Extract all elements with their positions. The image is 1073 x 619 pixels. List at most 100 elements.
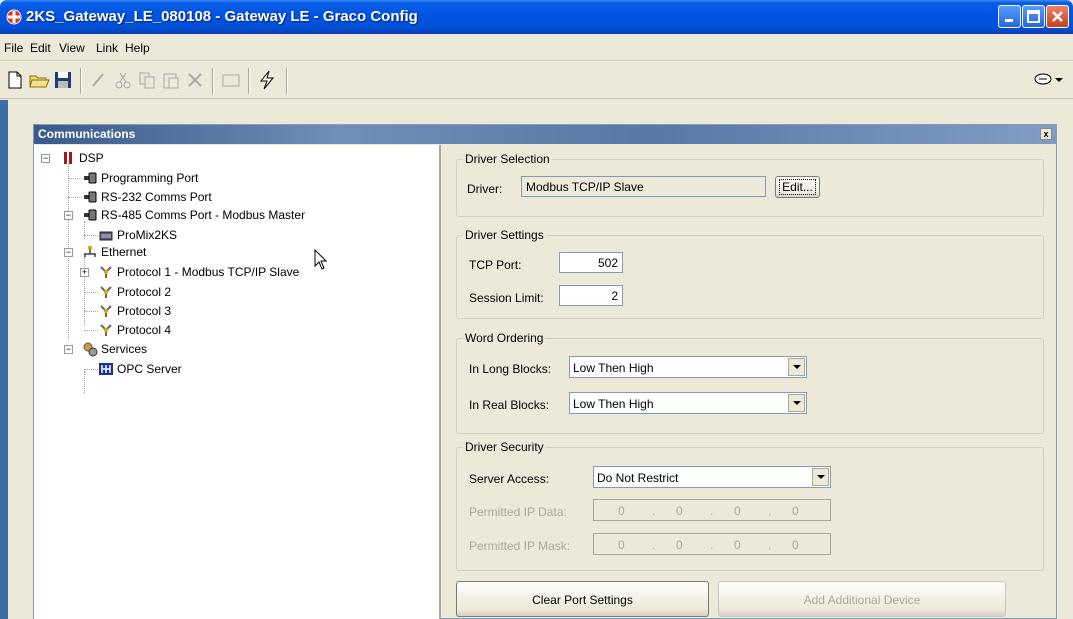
driver-label: Driver:: [467, 182, 503, 196]
new-file-icon[interactable]: [4, 69, 26, 91]
ip-octet: 0: [734, 538, 741, 552]
long-blocks-label: In Long Blocks:: [469, 362, 552, 376]
group-title: Driver Security: [463, 440, 546, 454]
tree-node-label: Protocol 2: [117, 285, 172, 299]
device-icon: [99, 231, 113, 241]
tree-node-label: Programming Port: [101, 171, 199, 185]
services-icon: [83, 342, 98, 357]
driver-field: Modbus TCP/IP Slave: [521, 176, 766, 197]
cut-icon[interactable]: [112, 69, 134, 91]
real-blocks-select[interactable]: Low Then High: [569, 392, 807, 414]
window-title: 2KS_Gateway_LE_080108 - Gateway LE - Gra…: [26, 8, 418, 25]
toolbar-separator: [286, 68, 288, 94]
ip-dot: .: [710, 504, 714, 518]
toolbar-separator: [212, 68, 214, 94]
window-frame-edge: [0, 100, 8, 619]
title-bar[interactable]: 2KS_Gateway_LE_080108 - Gateway LE - Gra…: [0, 0, 1073, 34]
tree-connector: [84, 311, 98, 312]
protocol-icon: [100, 286, 112, 298]
server-access-select[interactable]: Do Not Restrict: [593, 466, 831, 488]
window-icon[interactable]: [220, 69, 242, 91]
group-title: Driver Selection: [463, 152, 552, 166]
menu-edit[interactable]: Edit: [30, 41, 51, 55]
minimize-button[interactable]: [998, 5, 1021, 28]
ip-dot: .: [768, 504, 772, 518]
server-access-value: Do Not Restrict: [597, 471, 679, 485]
ip-mask-label: Permitted IP Mask:: [469, 539, 571, 553]
expander-collapse[interactable]: −: [64, 211, 73, 220]
tcp-port-input[interactable]: 502: [559, 252, 623, 273]
long-blocks-value: Low Then High: [573, 361, 654, 375]
ip-octet: 0: [618, 504, 625, 518]
ip-octet: 0: [734, 504, 741, 518]
server-access-label: Server Access:: [469, 472, 550, 486]
tree-connector: [68, 178, 82, 179]
driver-settings-group: Driver Settings TCP Port: 502 Session Li…: [456, 228, 1044, 319]
expander-collapse[interactable]: −: [64, 345, 73, 354]
tree-connector: [84, 369, 98, 370]
ip-octet: 0: [618, 538, 625, 552]
mouse-cursor-icon: [314, 249, 328, 270]
close-button[interactable]: [1046, 5, 1069, 28]
session-limit-input[interactable]: 2: [559, 285, 623, 306]
ip-data-field: 0 . 0 . 0 . 0: [593, 499, 831, 521]
tree-node-label: ProMix2KS: [117, 228, 178, 242]
ip-mask-field: 0 . 0 . 0 . 0: [593, 533, 831, 555]
paste-icon[interactable]: [160, 69, 182, 91]
tree-connector: [84, 330, 98, 331]
maximize-icon: [1027, 10, 1040, 23]
real-blocks-label: In Real Blocks:: [469, 398, 550, 412]
ip-octet: 0: [676, 504, 683, 518]
tree-node-label: Ethernet: [101, 245, 147, 259]
tree-connector: [84, 371, 85, 393]
edit-driver-button[interactable]: Edit...: [775, 176, 820, 198]
ip-dot: .: [710, 538, 714, 552]
chevron-down-icon[interactable]: [812, 468, 829, 486]
chevron-down-icon[interactable]: [788, 358, 805, 376]
ip-octet: 0: [792, 538, 799, 552]
long-blocks-select[interactable]: Low Then High: [569, 356, 807, 378]
pencil-icon[interactable]: [88, 69, 110, 91]
clear-port-settings-button[interactable]: Clear Port Settings: [456, 581, 709, 617]
ip-octet: 0: [792, 504, 799, 518]
protocol-icon: [100, 324, 112, 336]
ip-octet: 0: [676, 538, 683, 552]
menu-link[interactable]: Link: [96, 41, 118, 55]
device-tree[interactable]: − DSP Programming Port RS-232 Comms Port…: [34, 145, 441, 619]
panel-close-button[interactable]: x: [1040, 128, 1052, 140]
menu-help[interactable]: Help: [125, 41, 150, 55]
tree-node-label: OPC Server: [117, 362, 182, 376]
comment-icon[interactable]: [1033, 69, 1067, 91]
toolbar-separator: [80, 68, 82, 94]
real-blocks-value: Low Then High: [573, 397, 654, 411]
expander-collapse[interactable]: −: [64, 248, 73, 257]
maximize-button[interactable]: [1022, 5, 1045, 28]
copy-icon[interactable]: [136, 69, 158, 91]
dsp-icon: [64, 152, 72, 164]
save-icon[interactable]: [52, 69, 74, 91]
tree-node-label: Protocol 1 - Modbus TCP/IP Slave: [117, 265, 300, 279]
open-folder-icon[interactable]: [28, 69, 50, 91]
tree-connector: [84, 235, 98, 236]
port-icon: [84, 209, 97, 221]
add-additional-device-button[interactable]: Add Additional Device: [718, 581, 1006, 617]
delete-icon[interactable]: [184, 69, 206, 91]
menu-view[interactable]: View: [59, 41, 85, 55]
network-icon: [84, 246, 96, 257]
ip-dot: .: [652, 538, 656, 552]
panel-title: Communications: [38, 127, 136, 141]
tree-connector: [84, 292, 98, 293]
lightning-icon[interactable]: [256, 69, 278, 91]
menu-bar: File Edit View Link Help: [0, 34, 1073, 61]
ip-dot: .: [768, 538, 772, 552]
tree-connector: [84, 221, 85, 239]
expander-expand[interactable]: +: [80, 268, 89, 277]
protocol-icon: [100, 305, 112, 317]
expander-collapse[interactable]: −: [41, 154, 50, 163]
menu-file[interactable]: File: [4, 41, 23, 55]
chevron-down-icon[interactable]: [788, 394, 805, 412]
tree-connector: [68, 197, 82, 198]
ip-data-label: Permitted IP Data:: [469, 505, 567, 519]
tree-node-label: Services: [101, 342, 148, 356]
tree-node-label: Protocol 3: [117, 304, 172, 318]
